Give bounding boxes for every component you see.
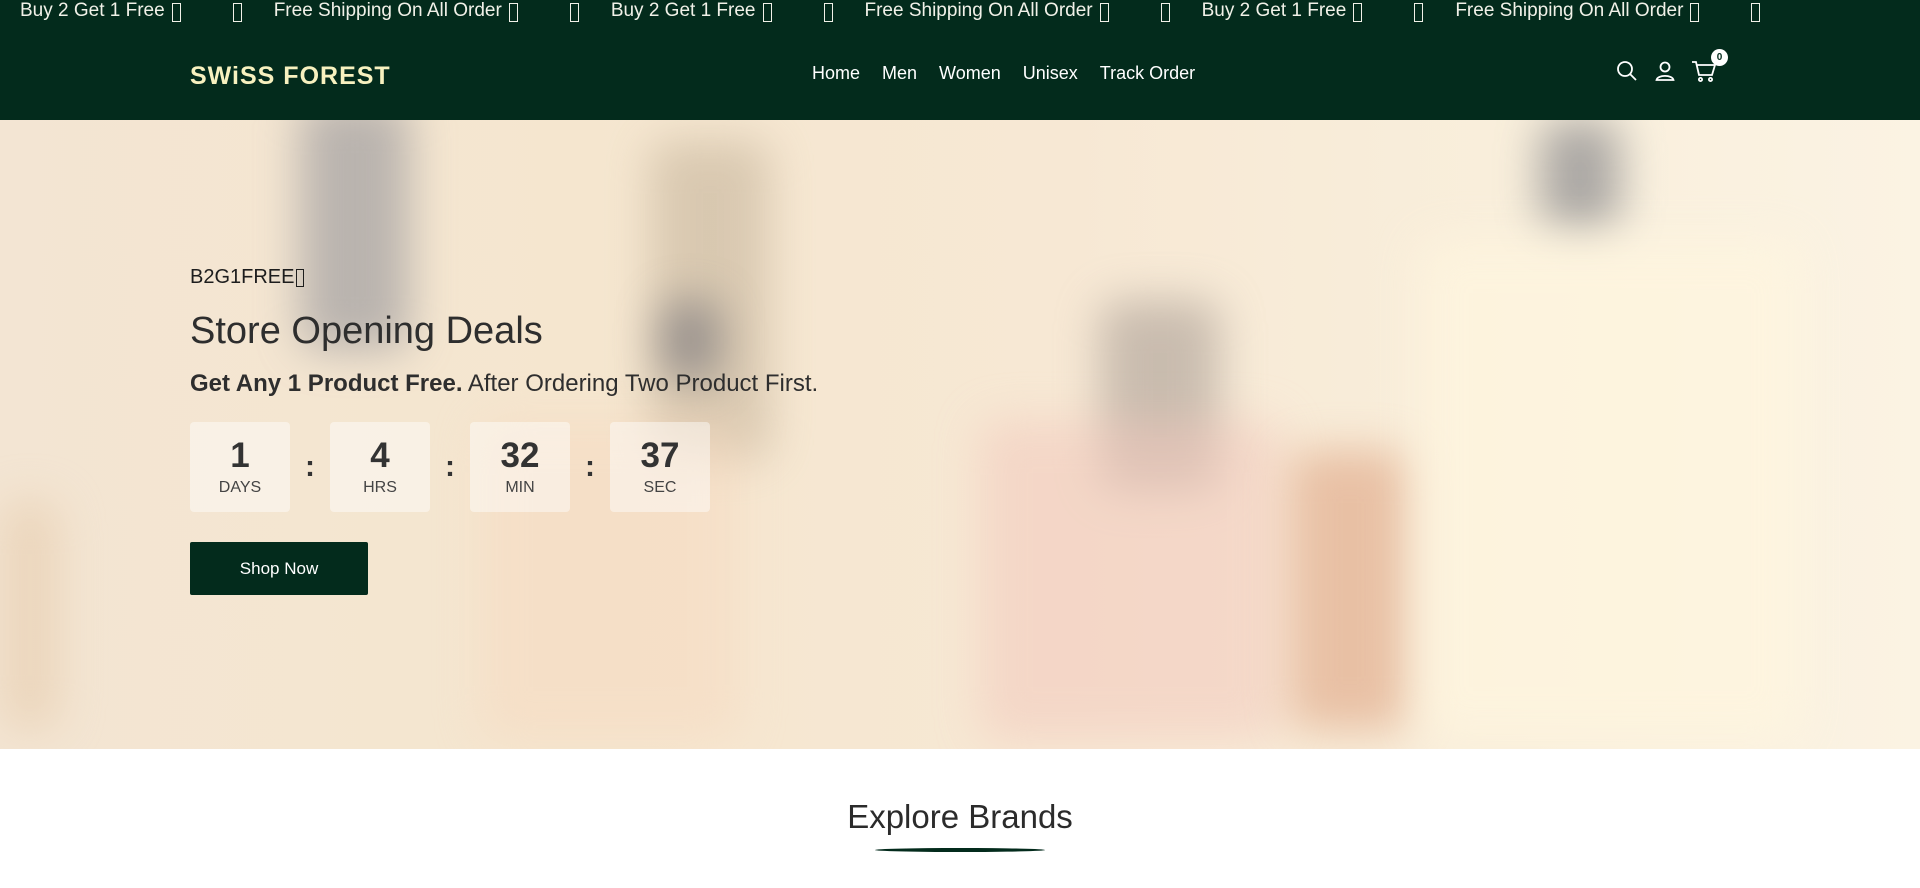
announcement-text: Buy 2 Get 1 Free [20,0,165,21]
missing-glyph-icon [1099,2,1109,22]
hero-subtitle-rest: After Ordering Two Product First. [462,370,819,397]
promo-code: B2G1FREE [190,266,818,289]
announcement-item: Free Shipping On All Order [1455,0,1792,22]
nav-women[interactable]: Women [939,63,1001,84]
countdown-value: 37 [640,436,680,475]
promo-code-text: B2G1FREE [190,266,295,288]
hero-content: B2G1FREE Store Opening Deals Get Any 1 P… [190,266,818,595]
nav-track-order[interactable]: Track Order [1100,63,1195,84]
announcement-text: Free Shipping On All Order [273,0,502,21]
announcement-item: Buy 2 Get 1 Free [0,0,274,22]
brands-section: Explore Brands [0,749,1920,888]
hero-subtitle-bold: Get Any 1 Product Free. [190,370,463,397]
hero-subtitle: Get Any 1 Product Free. After Ordering T… [190,370,818,398]
separator-glyph-icon [1414,2,1424,22]
site-logo[interactable]: SWiSS FOREST [190,62,391,91]
announcement-text: Free Shipping On All Order [1455,0,1684,21]
countdown-separator: : [445,450,455,483]
countdown-label: DAYS [218,479,262,496]
announcement-bar: Buy 2 Get 1 Free Free Shipping On All Or… [0,0,1920,26]
countdown-label: MIN [505,479,535,496]
countdown-seconds: 37 SEC [610,422,710,512]
separator-glyph-icon [823,2,833,22]
announcement-text: Free Shipping On All Order [864,0,1093,21]
announcement-text: Buy 2 Get 1 Free [1201,0,1347,21]
announcement-item: Free Shipping On All Order [865,0,1202,22]
brands-title-underline [875,848,1045,852]
announcement-item: Buy 2 Get 1 Free [1202,0,1456,22]
countdown-separator: : [585,450,595,483]
missing-glyph-icon [1353,2,1363,22]
brands-title: Explore Brands [847,798,1073,835]
header-icons: 0 [1615,49,1728,83]
countdown-days: 1 DAYS [190,422,290,512]
announcement-marquee: Buy 2 Get 1 Free Free Shipping On All Or… [0,0,1920,24]
announcement-text: Buy 2 Get 1 Free [610,0,756,21]
separator-glyph-icon [569,2,579,22]
countdown-hours: 4 HRS [330,422,430,512]
nav-men[interactable]: Men [882,63,917,84]
nav-home[interactable]: Home [812,63,860,84]
nav-unisex[interactable]: Unisex [1023,63,1078,84]
countdown-separator: : [305,450,315,483]
countdown-label: HRS [363,479,397,496]
missing-glyph-icon [1690,2,1700,22]
countdown-value: 4 [370,436,390,475]
hero-title: Store Opening Deals [190,310,543,352]
countdown-label: SEC [643,479,677,496]
cart-count-badge: 0 [1711,49,1728,66]
shop-now-button[interactable]: Shop Now [190,542,368,595]
missing-glyph-icon [508,2,518,22]
countdown-minutes: 32 MIN [470,422,570,512]
user-icon[interactable] [1653,59,1677,83]
main-nav: Home Men Women Unisex Track Order [812,63,1195,84]
search-icon[interactable] [1615,59,1639,83]
announcement-item: Buy 2 Get 1 Free [611,0,865,22]
separator-glyph-icon [1751,2,1761,22]
announcement-item: Free Shipping On All Order [274,0,611,22]
separator-glyph-icon [232,2,242,22]
hero-banner: B2G1FREE Store Opening Deals Get Any 1 P… [0,120,1920,749]
site-header: SWiSS FOREST Home Men Women Unisex Track… [0,26,1920,120]
countdown-timer: 1 DAYS : 4 HRS : 32 MIN : 37 SEC [190,422,818,512]
missing-glyph-icon [762,2,772,22]
separator-glyph-icon [1160,2,1170,22]
missing-glyph-icon [171,2,181,22]
missing-glyph-icon [296,268,305,287]
countdown-value: 32 [500,436,540,475]
countdown-value: 1 [230,436,250,475]
cart-icon[interactable]: 0 [1691,49,1728,83]
